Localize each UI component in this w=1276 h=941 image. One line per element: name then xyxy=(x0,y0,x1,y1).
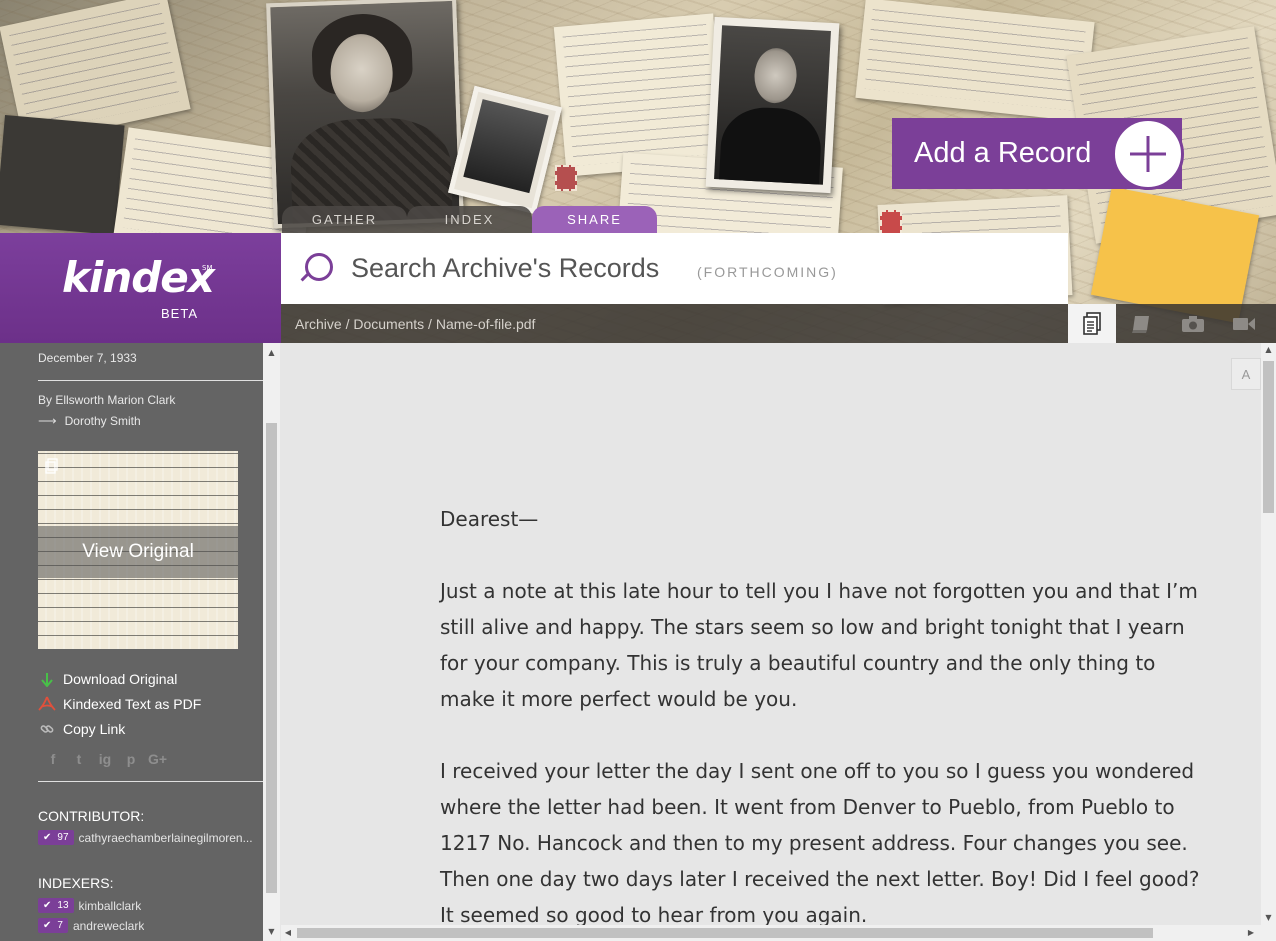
letter-paper xyxy=(855,0,1095,122)
scroll-up-arrow-icon[interactable]: ▲ xyxy=(263,345,280,360)
beta-label: BETA xyxy=(161,306,198,321)
scroll-down-arrow-icon[interactable]: ▼ xyxy=(263,924,280,939)
google-plus-icon[interactable]: G+ xyxy=(148,751,167,767)
link-icon xyxy=(38,722,56,736)
search-bar: (FORTHCOMING) xyxy=(281,233,1068,304)
scroll-up-arrow-icon[interactable]: ▲ xyxy=(1261,343,1276,357)
contributor-name: cathyraechamberlainegilmoren... xyxy=(78,830,253,845)
scrollbar-thumb[interactable] xyxy=(1263,361,1274,513)
indexer-item[interactable]: ✔ 13 kimballclark xyxy=(38,898,141,913)
add-record-button[interactable]: Add a Record xyxy=(892,117,1184,190)
breadcrumb-path[interactable]: Archive / Documents / Name-of-file.pdf xyxy=(281,316,535,332)
instagram-icon[interactable]: ig xyxy=(96,751,114,767)
pdf-icon xyxy=(38,696,56,712)
record-sidebar: December 7, 1933 By Ellsworth Marion Cla… xyxy=(0,343,263,941)
scroll-right-arrow-icon[interactable]: ▶ xyxy=(1244,925,1258,941)
main-vertical-scrollbar[interactable]: ▲ ▼ xyxy=(1261,343,1276,925)
download-icon xyxy=(38,672,56,687)
social-share: f t ig p G+ xyxy=(44,751,167,767)
indexer-name: kimballclark xyxy=(78,898,142,913)
search-input[interactable] xyxy=(351,253,691,284)
index-count-badge: ✔ 13 xyxy=(38,898,74,913)
video-icon[interactable] xyxy=(1218,304,1269,343)
contribution-count-badge: ✔ 97 xyxy=(38,830,74,845)
indexer-item[interactable]: ✔ 7 andreweclark xyxy=(38,918,144,933)
camera-icon[interactable] xyxy=(1167,304,1218,343)
main-horizontal-scrollbar[interactable]: ◀ ▶ xyxy=(281,925,1276,941)
record-date: December 7, 1933 xyxy=(38,351,137,365)
facebook-icon[interactable]: f xyxy=(44,751,62,767)
kindexed-pdf-link[interactable]: Kindexed Text as PDF xyxy=(38,696,201,712)
pinterest-icon[interactable]: p xyxy=(122,751,140,767)
media-type-switcher xyxy=(1068,304,1276,343)
arrow-right-icon: ⟶ xyxy=(38,413,57,428)
view-original-label: View Original xyxy=(82,541,194,562)
indexer-name: andreweclark xyxy=(72,918,145,933)
scrollbar-thumb[interactable] xyxy=(297,928,1153,938)
recipient-name: Dorothy Smith xyxy=(64,414,141,428)
search-icon[interactable] xyxy=(295,249,335,289)
index-count: 13 xyxy=(57,900,69,911)
contributor-title: CONTRIBUTOR: xyxy=(38,808,145,824)
portrait-photo-woman xyxy=(266,0,464,229)
logo-wordmark: kindex xyxy=(62,253,215,302)
breadcrumb: Archive / Documents / Name-of-file.pdf xyxy=(281,304,1068,343)
logo-trademark: SM xyxy=(202,264,213,272)
copy-link-link[interactable]: Copy Link xyxy=(38,721,125,737)
letter-paragraph: I received your letter the day I sent on… xyxy=(440,759,1200,925)
download-original-label: Download Original xyxy=(63,671,178,687)
letter-text: Dearest— Just a note at this late hour t… xyxy=(440,501,1210,925)
tab-share[interactable]: SHARE xyxy=(532,206,657,233)
letter-paragraph: Just a note at this late hour to tell yo… xyxy=(440,579,1198,711)
kindex-logo[interactable]: kindex SM BETA xyxy=(0,233,281,343)
scroll-left-arrow-icon[interactable]: ◀ xyxy=(281,925,295,941)
divider xyxy=(38,380,263,381)
add-record-label: Add a Record xyxy=(914,137,1092,169)
scrollbar-thumb[interactable] xyxy=(266,423,277,893)
twitter-icon[interactable]: t xyxy=(70,751,88,767)
letter-paper xyxy=(553,13,727,177)
small-photo xyxy=(448,85,562,215)
checkmark-icon: ✔ xyxy=(43,832,52,843)
checkmark-icon: ✔ xyxy=(43,920,52,931)
letter-salutation: Dearest— xyxy=(440,507,539,531)
tab-gather[interactable]: GATHER xyxy=(282,206,407,233)
sidebar-scrollbar[interactable]: ▲ ▼ xyxy=(263,343,280,941)
download-original-link[interactable]: Download Original xyxy=(38,671,177,687)
book-icon[interactable] xyxy=(1116,304,1167,343)
font-size-button[interactable]: A xyxy=(1231,358,1261,390)
postage-stamp xyxy=(555,165,577,191)
contribution-count: 97 xyxy=(57,832,69,843)
photo-stack xyxy=(0,114,125,236)
index-count-badge: ✔ 7 xyxy=(38,918,68,933)
checkmark-icon: ✔ xyxy=(43,900,52,911)
forthcoming-note: (FORTHCOMING) xyxy=(697,263,838,280)
scroll-down-arrow-icon[interactable]: ▼ xyxy=(1261,911,1276,925)
indexers-title: INDEXERS: xyxy=(38,875,114,891)
view-original-thumbnail[interactable]: View Original xyxy=(38,451,238,649)
copy-link-label: Copy Link xyxy=(63,721,126,737)
record-author: By Ellsworth Marion Clark xyxy=(38,393,176,407)
record-recipient: ⟶ Dorothy Smith xyxy=(38,413,141,429)
document-icon xyxy=(45,458,59,478)
transcription-pane: A Dearest— Just a note at this late hour… xyxy=(281,343,1261,925)
index-count: 7 xyxy=(57,920,63,931)
kindexed-pdf-label: Kindexed Text as PDF xyxy=(63,696,202,712)
document-icon[interactable] xyxy=(1068,304,1116,343)
portrait-photo-man xyxy=(705,16,840,194)
tab-index[interactable]: INDEX xyxy=(407,206,532,233)
plus-icon xyxy=(1112,117,1184,190)
nav-tabs: GATHER INDEX SHARE xyxy=(282,206,657,233)
contributor-item[interactable]: ✔ 97 cathyraechamberlainegilmoren... xyxy=(38,830,253,845)
divider xyxy=(38,781,263,782)
